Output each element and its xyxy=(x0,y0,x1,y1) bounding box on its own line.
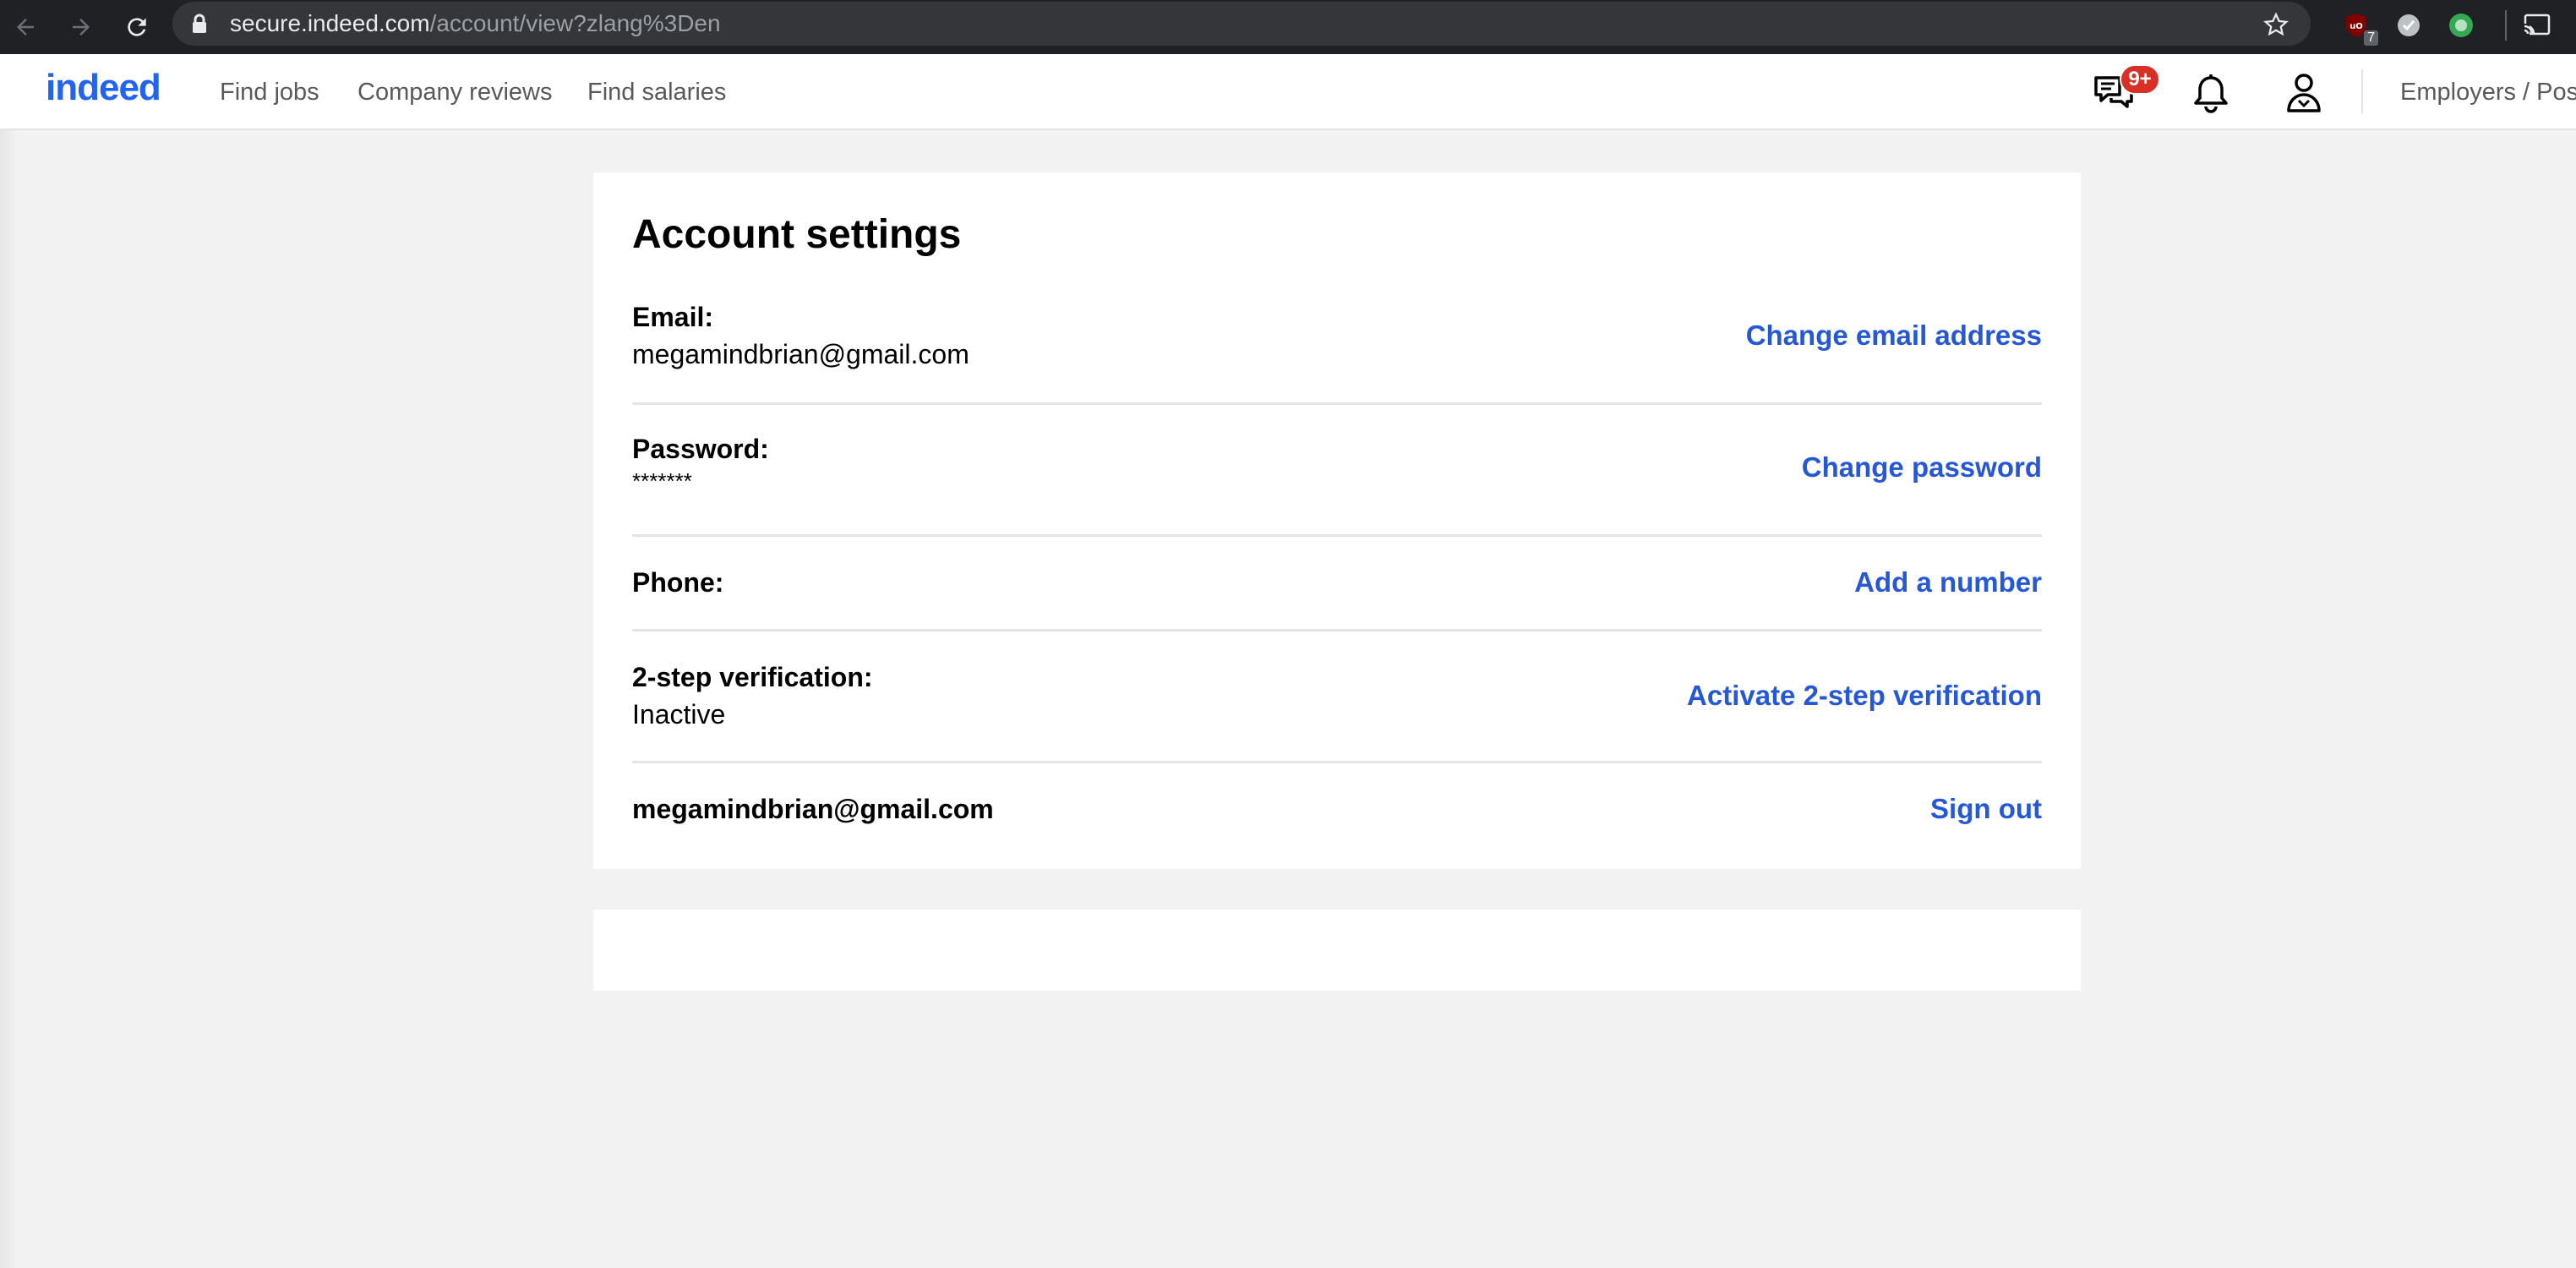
address-bar[interactable]: secure.indeed.com/account/view?zlang%3De… xyxy=(172,2,2311,46)
site-header: indeed Find jobs Company reviews Find sa… xyxy=(0,54,2576,130)
two-step-row: 2-step verification: Inactive Activate 2… xyxy=(632,661,2042,730)
toolbar-divider xyxy=(2505,10,2507,41)
nav-find-jobs[interactable]: Find jobs xyxy=(220,78,319,107)
password-label: Password: xyxy=(632,434,769,464)
extension-check-icon[interactable] xyxy=(2392,8,2426,42)
back-arrow-icon[interactable] xyxy=(3,5,47,49)
email-value: megamindbrian@gmail.com xyxy=(632,339,969,369)
account-settings-card: Account settings Email: megamindbrian@gm… xyxy=(593,172,2081,869)
employers-post-job-link[interactable]: Employers / Post Job xyxy=(2400,78,2576,107)
url-host: secure.indeed.com xyxy=(230,10,430,36)
lock-icon xyxy=(191,14,208,38)
activate-two-step-link[interactable]: Activate 2-step verification xyxy=(1687,680,2042,712)
two-step-status: Inactive xyxy=(632,699,726,730)
nav-company-reviews[interactable]: Company reviews xyxy=(357,78,552,107)
ublock-extension-icon[interactable]: uO 7 xyxy=(2339,8,2378,46)
phone-label: Phone: xyxy=(632,567,724,598)
notifications-bell-icon[interactable] xyxy=(2186,68,2236,118)
signed-in-row: megamindbrian@gmail.com Sign out xyxy=(632,793,2042,827)
svg-text:uO: uO xyxy=(2350,22,2363,31)
row-divider xyxy=(632,402,2042,405)
email-label: Email: xyxy=(632,302,714,332)
forward-arrow-icon[interactable] xyxy=(59,5,103,49)
row-divider xyxy=(632,534,2042,537)
row-divider xyxy=(632,761,2042,763)
profile-user-icon[interactable] xyxy=(2279,68,2329,118)
row-divider xyxy=(632,629,2042,631)
url-path: /account/view?zlang%3Den xyxy=(429,10,721,36)
change-email-link[interactable]: Change email address xyxy=(1746,320,2042,352)
add-phone-link[interactable]: Add a number xyxy=(1854,566,2042,598)
indeed-logo[interactable]: indeed xyxy=(46,64,161,112)
extension-badge: 7 xyxy=(2364,30,2378,46)
reload-icon[interactable] xyxy=(115,5,159,49)
nav-find-salaries[interactable]: Find salaries xyxy=(587,78,726,107)
header-divider xyxy=(2361,69,2363,113)
password-row: Password: ******* Change password xyxy=(632,433,2042,500)
messages-badge: 9+ xyxy=(2120,64,2160,95)
url-text: secure.indeed.com/account/view?zlang%3De… xyxy=(230,10,721,37)
sign-out-link[interactable]: Sign out xyxy=(1930,793,2042,825)
secondary-card xyxy=(593,910,2081,991)
cast-icon[interactable] xyxy=(2520,8,2554,42)
signed-in-email: megamindbrian@gmail.com xyxy=(632,794,994,824)
two-step-label: 2-step verification: xyxy=(632,662,873,692)
phone-row: Phone: Add a number xyxy=(632,566,2042,600)
page-title: Account settings xyxy=(632,212,962,257)
extension-green-icon[interactable] xyxy=(2444,8,2478,42)
bookmark-star-icon[interactable] xyxy=(2263,12,2289,41)
browser-toolbar: secure.indeed.com/account/view?zlang%3De… xyxy=(0,0,2576,54)
change-password-link[interactable]: Change password xyxy=(1802,451,2042,484)
page-edge-shadow xyxy=(0,130,17,1268)
email-row: Email: megamindbrian@gmail.com Change em… xyxy=(632,301,2042,369)
password-value: ******* xyxy=(632,468,692,494)
